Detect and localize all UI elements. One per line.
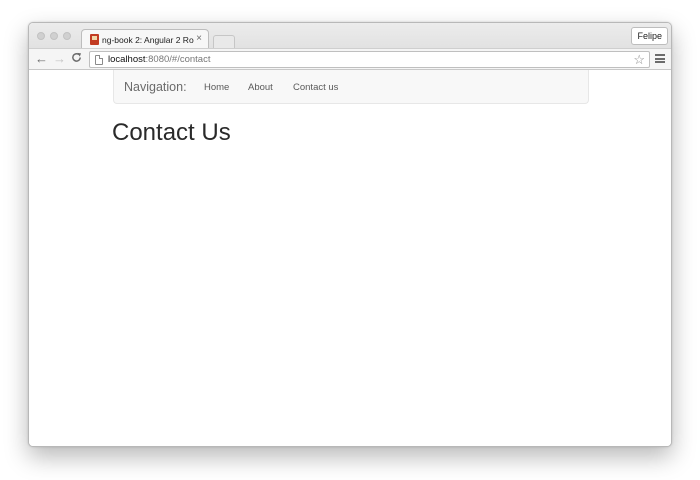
forward-arrow-icon[interactable]: → <box>53 52 66 66</box>
bookmark-star-icon[interactable]: ☆ <box>633 52 645 67</box>
reload-icon[interactable] <box>71 52 82 66</box>
browser-window: ng-book 2: Angular 2 Routing × Felipe ← … <box>28 22 672 447</box>
site-navbar: Navigation: Home About Contact us <box>113 70 589 104</box>
navbar-brand: Navigation: <box>124 80 187 94</box>
browser-tab-active[interactable]: ng-book 2: Angular 2 Routing × <box>81 29 209 49</box>
nav-link-home[interactable]: Home <box>204 82 229 93</box>
browser-toolbar: ← → localhost:8080/#/contact ☆ <box>29 48 671 70</box>
address-bar[interactable]: localhost:8080/#/contact ☆ <box>89 51 650 68</box>
menu-icon[interactable] <box>655 54 665 63</box>
nav-link-about[interactable]: About <box>248 82 273 93</box>
close-window-button[interactable] <box>37 32 45 40</box>
page-title: Contact Us <box>112 119 231 146</box>
favicon-icon <box>90 34 99 45</box>
back-arrow-icon[interactable]: ← <box>35 52 48 66</box>
nav-link-contact[interactable]: Contact us <box>293 82 338 93</box>
tab-strip: ng-book 2: Angular 2 Routing × Felipe <box>29 23 671 49</box>
zoom-window-button[interactable] <box>63 32 71 40</box>
page-icon <box>95 55 103 65</box>
new-tab-button[interactable] <box>213 35 235 48</box>
tab-title: ng-book 2: Angular 2 Routing <box>102 35 194 45</box>
url-text[interactable]: localhost:8080/#/contact <box>108 54 210 65</box>
profile-button[interactable]: Felipe <box>631 27 668 45</box>
page-content: Navigation: Home About Contact us Contac… <box>29 70 671 446</box>
minimize-window-button[interactable] <box>50 32 58 40</box>
tab-close-icon[interactable]: × <box>196 33 202 45</box>
